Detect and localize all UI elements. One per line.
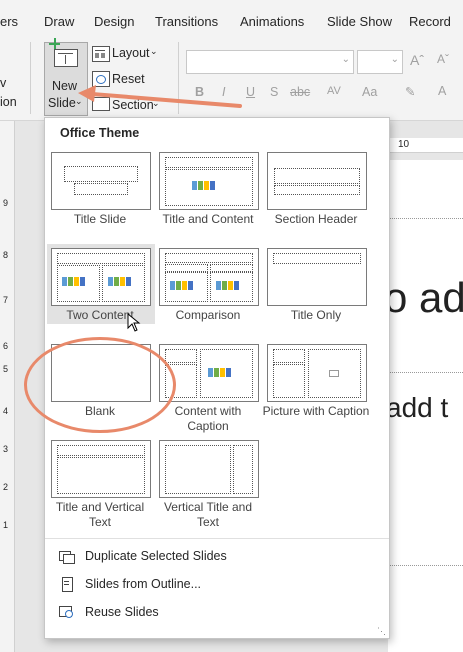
tab-record[interactable]: Record [409, 14, 451, 29]
content-icons [216, 281, 239, 290]
content-icons [108, 277, 131, 286]
outline-document-icon [59, 576, 75, 592]
layout-name: Title and Content [162, 212, 254, 226]
layout-thumbnail [267, 344, 367, 402]
menu-item-label: Slides from Outline... [85, 577, 202, 591]
content-icons [208, 368, 231, 377]
highlight-icon[interactable]: ✎ [405, 84, 415, 99]
ruler-label: 5 [3, 364, 9, 374]
layout-name: Vertical Title and Text [163, 500, 253, 529]
ruler-label: 9 [3, 198, 9, 208]
change-case-button[interactable]: Aa [362, 85, 377, 99]
content-icons [170, 281, 193, 290]
font-name-dropdown[interactable]: ⌄ [186, 50, 354, 74]
reuse-slides-icon [59, 604, 75, 620]
layout-icon [92, 46, 110, 62]
decrease-font-icon[interactable]: Aˇ [437, 52, 449, 66]
chevron-down-icon: ⌄ [390, 54, 399, 65]
gallery-title: Office Theme [60, 126, 140, 140]
layout-thumbnail [267, 152, 367, 210]
picture-icon [329, 370, 339, 377]
layout-name: Title Slide [73, 212, 127, 226]
ruler-label: 6 [3, 341, 9, 351]
tab-transitions[interactable]: Transitions [155, 14, 218, 29]
duplicate-selected-slides-item[interactable]: Duplicate Selected Slides [59, 546, 227, 566]
layout-name: Title and Vertical Text [55, 500, 145, 529]
vertical-ruler: 9 8 7 6 5 4 3 2 1 [0, 121, 15, 652]
menu-separator [45, 538, 389, 539]
placeholder-border [388, 565, 463, 566]
chevron-down-icon: ⌄ [341, 54, 350, 65]
ribbon-tab-bar: ers Draw Design Transitions Animations S… [0, 0, 463, 40]
content-icons [192, 181, 215, 190]
ruler-label: 2 [3, 482, 9, 492]
font-size-dropdown[interactable]: ⌄ [357, 50, 403, 74]
horizontal-ruler: 10 [388, 138, 463, 153]
shadow-button[interactable]: S [270, 85, 278, 99]
slide-canvas[interactable]: o ad add t [384, 160, 463, 652]
menu-item-label: Duplicate Selected Slides [85, 549, 227, 563]
slide-body-text: add t [386, 392, 449, 423]
strikethrough-button[interactable]: abc [290, 85, 310, 99]
placeholder-border [388, 372, 463, 373]
layout-thumbnail [159, 440, 259, 498]
ribbon-separator [30, 42, 31, 114]
ruler-label: 3 [3, 444, 9, 454]
layout-thumbnail [51, 248, 151, 306]
layout-thumbnail [159, 248, 259, 306]
ruler-label: 1 [3, 520, 9, 530]
layout-name: Comparison [175, 308, 241, 322]
reuse-slides-item[interactable]: Reuse Slides [59, 602, 159, 622]
slide-title-text: o ad [384, 274, 463, 321]
ruler-label: 7 [3, 295, 9, 305]
layout-button[interactable]: Layout [112, 46, 150, 60]
ruler-label: 8 [3, 250, 9, 260]
ruler-label: 10 [398, 139, 410, 150]
tab-slide-show[interactable]: Slide Show [327, 14, 392, 29]
menu-item-label: Reuse Slides [85, 605, 159, 619]
layout-thumbnail [267, 248, 367, 306]
placeholder-border [388, 218, 463, 219]
layout-thumbnail [51, 440, 151, 498]
ribbon-partial-label-1: v [0, 76, 7, 90]
layout-thumbnail [159, 152, 259, 210]
layout-name: Picture with Caption [262, 404, 370, 418]
layout-name: Content with Caption [174, 404, 242, 433]
content-icons [62, 277, 85, 286]
tab-partial[interactable]: ers [0, 14, 18, 29]
annotation-arrow [78, 85, 242, 108]
resize-grip-icon[interactable]: ⋱ [377, 626, 386, 637]
layout-thumbnail [51, 152, 151, 210]
tab-animations[interactable]: Animations [240, 14, 304, 29]
chevron-down-icon: ⌄ [150, 46, 158, 56]
increase-font-icon[interactable]: Aˆ [410, 52, 424, 68]
tab-design[interactable]: Design [94, 14, 134, 29]
slides-from-outline-item[interactable]: Slides from Outline... [59, 574, 201, 594]
character-spacing-button[interactable]: AV [327, 85, 341, 97]
ruler-label: 4 [3, 406, 9, 416]
mouse-cursor-icon [127, 313, 141, 332]
layout-name: Title Only [290, 308, 342, 322]
tab-draw[interactable]: Draw [44, 14, 74, 29]
duplicate-slides-icon [59, 548, 75, 564]
font-color-icon[interactable]: A [438, 84, 446, 98]
new-slide-icon [54, 49, 78, 67]
ribbon-partial-label-2[interactable]: ion [0, 95, 17, 109]
annotation-circle [24, 337, 176, 433]
layout-name: Section Header [274, 212, 358, 226]
